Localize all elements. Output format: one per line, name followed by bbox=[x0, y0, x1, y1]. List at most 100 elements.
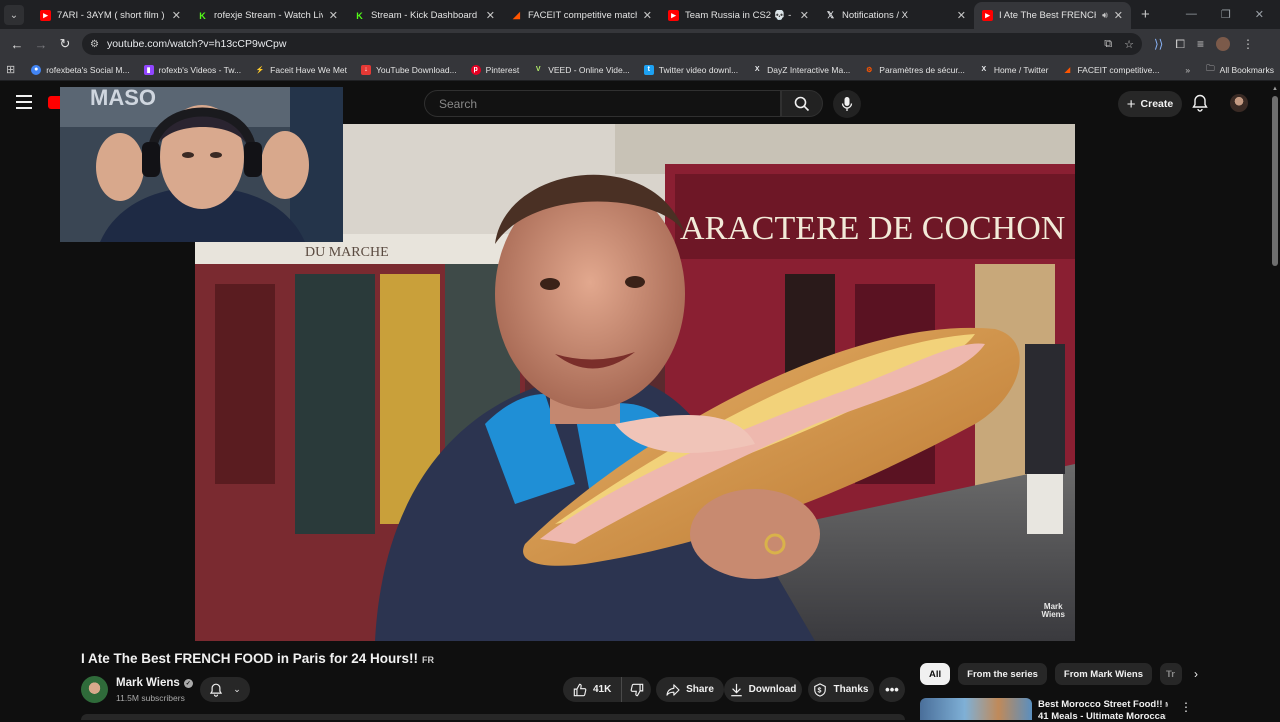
like-count: 41K bbox=[593, 684, 612, 695]
browser-tab-active[interactable]: ▸ I Ate The Best FRENCH FOOD 🔊︎ ✕ bbox=[974, 2, 1131, 29]
share-icon bbox=[666, 683, 680, 696]
more-actions-button[interactable]: ••• bbox=[879, 677, 905, 702]
forward-icon[interactable]: → bbox=[30, 33, 52, 55]
watermark-line2: Wiens bbox=[1041, 610, 1066, 619]
more-bookmarks-icon[interactable]: » bbox=[1185, 65, 1190, 75]
close-icon[interactable]: ✕ bbox=[172, 9, 181, 22]
kick-icon: K bbox=[199, 10, 206, 21]
like-button[interactable]: 41K bbox=[563, 677, 623, 702]
media-control-icon[interactable]: ≡ bbox=[1197, 37, 1204, 51]
chip-from-the-series[interactable]: From the series bbox=[958, 663, 1047, 685]
close-icon[interactable]: ✕ bbox=[957, 9, 966, 22]
maximize-icon[interactable]: ❐ bbox=[1221, 8, 1231, 21]
bookmark-item[interactable]: p Pinterest bbox=[470, 64, 519, 75]
thanks-button[interactable]: $ Thanks bbox=[808, 677, 874, 702]
recommendation-thumbnail[interactable] bbox=[920, 698, 1032, 720]
bookmark-item[interactable]: ▮ rofexb's Videos - Tw... bbox=[143, 64, 241, 75]
shop-sign-small: DU MARCHE bbox=[305, 245, 389, 260]
close-icon[interactable]: ✕ bbox=[486, 9, 495, 22]
notifications-bell-icon[interactable] bbox=[1192, 94, 1208, 117]
close-window-icon[interactable]: ✕ bbox=[1255, 8, 1264, 21]
chip-truncated[interactable]: Tr bbox=[1160, 663, 1182, 685]
apps-grid-icon[interactable]: ⊞ bbox=[6, 63, 15, 76]
profile-avatar[interactable] bbox=[1216, 37, 1230, 51]
bookmark-item[interactable]: t Twitter video downl... bbox=[643, 64, 739, 75]
site-info-icon[interactable]: ⚙ bbox=[90, 39, 99, 50]
dislike-button[interactable] bbox=[622, 677, 651, 702]
minimize-icon[interactable]: — bbox=[1186, 8, 1197, 21]
thanks-icon: $ bbox=[814, 682, 827, 697]
bookmark-label: Faceit Have We Met bbox=[270, 64, 347, 75]
webcam-overlay: MASO bbox=[60, 87, 343, 242]
search-button[interactable] bbox=[781, 90, 823, 117]
browser-tab[interactable]: K rofexje Stream - Watch Live on Kick ✕ bbox=[189, 2, 346, 29]
new-tab-button[interactable]: + bbox=[1141, 6, 1150, 23]
channel-name-text[interactable]: Mark Wiens bbox=[116, 677, 180, 689]
menu-hamburger-icon[interactable] bbox=[16, 95, 32, 109]
channel-name[interactable]: Mark Wiens ✓ bbox=[116, 677, 193, 689]
more-horizontal-icon: ••• bbox=[885, 682, 899, 697]
bookmark-item[interactable]: V VEED - Online Vide... bbox=[533, 65, 630, 75]
reload-icon[interactable]: ↻ bbox=[54, 33, 76, 55]
folder-icon: 🗀︎ bbox=[1206, 62, 1215, 73]
subscription-notification-button[interactable]: ⌄ bbox=[200, 677, 250, 702]
veed-icon: V bbox=[535, 66, 541, 73]
close-icon[interactable]: ✕ bbox=[800, 9, 809, 22]
voice-search-button[interactable] bbox=[833, 90, 861, 118]
browser-tab[interactable]: K Stream - Kick Dashboard ✕ bbox=[346, 2, 503, 29]
browser-tab[interactable]: ▸ 7ARI - 3AYM ( short film ) - YouTube ✕ bbox=[32, 2, 189, 29]
extension-icon[interactable]: ⟩⟩ bbox=[1154, 37, 1163, 51]
create-button[interactable]: + Create bbox=[1118, 91, 1182, 117]
speaker-icon[interactable]: 🔊︎ bbox=[1102, 10, 1108, 21]
download-button[interactable]: Download bbox=[724, 677, 802, 702]
bookmark-label: Twitter video downl... bbox=[658, 64, 739, 75]
faceit-icon: ⚡ bbox=[255, 66, 265, 74]
extensions-puzzle-icon[interactable]: ⧠ bbox=[1175, 37, 1185, 52]
create-label: Create bbox=[1140, 98, 1174, 110]
bookmark-item[interactable]: ◢ FACEIT competitive... bbox=[1062, 65, 1160, 75]
share-button[interactable]: Share bbox=[656, 677, 724, 702]
browser-tab[interactable]: ◢ FACEIT competitive match - FACEIT ✕ bbox=[503, 2, 660, 29]
shop-sign-text: ARACTERE DE COCHON bbox=[680, 210, 1065, 247]
address-bar[interactable]: ⚙ youtube.com/watch?v=h13cCP9wCpw ⧉ ☆ bbox=[82, 33, 1142, 55]
svg-text:$: $ bbox=[818, 687, 822, 694]
recommendation-title-line2[interactable]: 41 Meals - Ultimate Moroccan bbox=[1038, 711, 1166, 722]
channel-watermark[interactable]: Mark Wiens bbox=[1042, 603, 1066, 619]
bookmark-item[interactable]: ⚡ Faceit Have We Met bbox=[255, 65, 347, 75]
scrollbar-thumb[interactable] bbox=[1272, 96, 1278, 266]
channel-avatar[interactable] bbox=[81, 676, 108, 703]
close-icon[interactable]: ✕ bbox=[329, 9, 338, 22]
close-icon[interactable]: ✕ bbox=[643, 9, 652, 22]
chip-from-channel[interactable]: From Mark Wiens bbox=[1054, 663, 1152, 685]
chevron-right-icon[interactable]: › bbox=[1194, 667, 1198, 681]
bookmark-item[interactable]: ● rofexbeta's Social M... bbox=[31, 64, 130, 75]
scroll-up-icon[interactable]: ▲ bbox=[1272, 86, 1278, 92]
bookmark-star-icon[interactable]: ☆ bbox=[1124, 38, 1134, 51]
twitter-icon: t bbox=[643, 64, 654, 75]
tab-title: Team Russia in CS2 💀 - YouTube bbox=[685, 10, 794, 21]
chip-all[interactable]: All bbox=[920, 663, 951, 685]
bookmark-item[interactable]: ↓ YouTube Download... bbox=[361, 64, 457, 75]
more-vertical-icon[interactable]: ⋮ bbox=[1180, 700, 1192, 714]
install-app-icon[interactable]: ⧉ bbox=[1104, 38, 1112, 51]
url-text[interactable]: youtube.com/watch?v=h13cCP9wCpw bbox=[107, 38, 1104, 50]
description-box[interactable] bbox=[81, 714, 905, 720]
bookmark-item[interactable]: ⚙ Paramètres de sécur... bbox=[864, 65, 965, 75]
all-bookmarks-button[interactable]: 🗀︎ All Bookmarks bbox=[1206, 63, 1274, 77]
close-icon[interactable]: ✕ bbox=[1114, 9, 1123, 22]
tab-search-button[interactable]: ⌄ bbox=[4, 5, 24, 25]
search-input[interactable]: Search bbox=[424, 90, 781, 117]
account-avatar[interactable] bbox=[1230, 94, 1248, 112]
bookmark-item[interactable]: X DayZ Interactive Ma... bbox=[752, 65, 850, 75]
page-scrollbar[interactable]: ▲ bbox=[1270, 86, 1280, 720]
thumbs-up-icon bbox=[573, 683, 587, 696]
bookmark-item[interactable]: X Home / Twitter bbox=[979, 65, 1048, 75]
browser-tab[interactable]: ▸ Team Russia in CS2 💀 - YouTube ✕ bbox=[660, 2, 817, 29]
twitch-icon: ▮ bbox=[143, 64, 154, 75]
tab-title: FACEIT competitive match - FACEIT bbox=[528, 10, 637, 21]
search-icon bbox=[794, 96, 810, 111]
browser-tab[interactable]: 𝕏 Notifications / X ✕ bbox=[817, 2, 974, 29]
back-icon[interactable]: ← bbox=[6, 33, 28, 55]
menu-icon[interactable]: ⋮ bbox=[1242, 37, 1254, 51]
all-bookmarks-label: All Bookmarks bbox=[1219, 64, 1274, 75]
